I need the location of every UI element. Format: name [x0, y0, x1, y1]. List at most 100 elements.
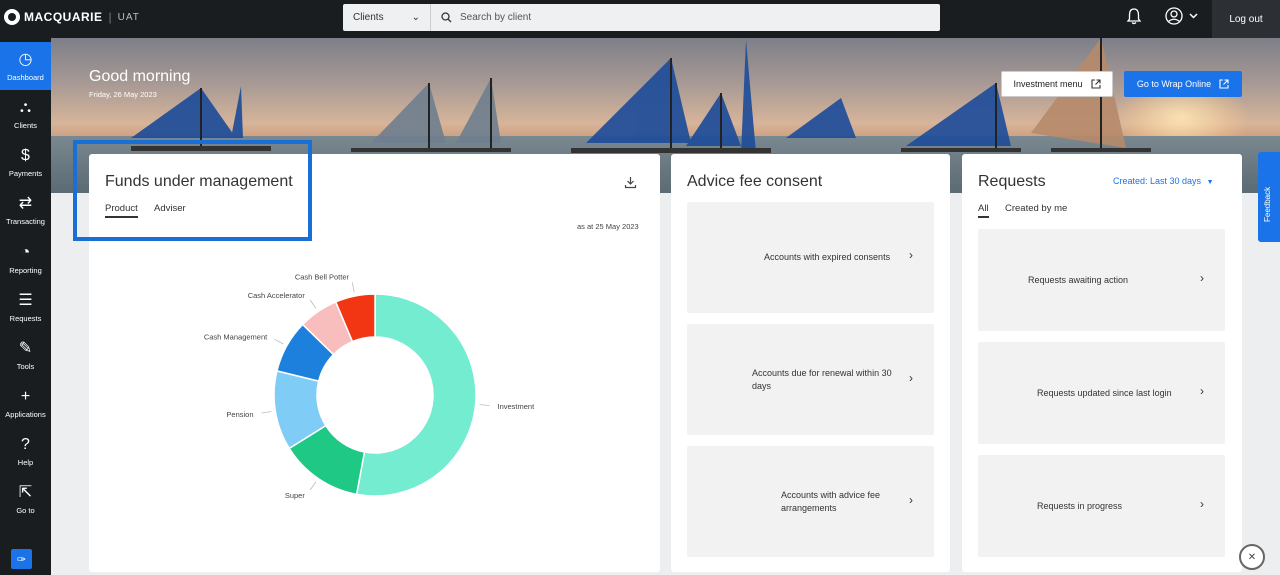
feedback-tab[interactable]: Feedback: [1258, 152, 1280, 242]
card-title: Advice fee consent: [687, 173, 823, 190]
donut-label-leader: [261, 411, 272, 414]
created-filter-dropdown[interactable]: Created: Last 30 days ▼: [1113, 176, 1214, 186]
tile-label: Accounts with advice fee arrangements: [781, 490, 881, 513]
pin-sidebar-icon[interactable]: ✑: [11, 549, 32, 569]
pie-chart-icon: ◔: [20, 243, 31, 261]
tile-label: Requests in progress: [1037, 501, 1123, 511]
donut-label: Investment: [497, 402, 535, 411]
client-search: Clients ⌄ Search by client: [343, 4, 940, 31]
tile-requests-in-progress[interactable]: Requests in progress ›: [978, 455, 1225, 557]
help-icon: ?: [21, 435, 30, 453]
gauge-icon: ◷: [18, 50, 33, 68]
brand-name: MACQUARIE: [24, 10, 103, 24]
transfer-icon: ⇄: [18, 194, 33, 212]
chevron-right-icon: ›: [1200, 271, 1204, 285]
donut-label-leader: [351, 282, 355, 293]
greeting-title: Good morning: [89, 68, 191, 85]
tile-advice-fee-arrangements[interactable]: Accounts with advice fee arrangements ›: [687, 446, 934, 557]
sidebar-item-label: Clients: [14, 120, 37, 130]
tile-requests-updated[interactable]: Requests updated since last login ›: [978, 342, 1225, 444]
caret-down-icon: ▼: [1206, 179, 1214, 186]
wrap-online-label: Go to Wrap Online: [1136, 79, 1212, 89]
greeting-date: Friday, 26 May 2023: [89, 90, 157, 99]
sidebar-item-label: Applications: [5, 409, 46, 419]
go-to-wrap-online-button[interactable]: Go to Wrap Online: [1124, 71, 1242, 97]
top-bar: MACQUARIE | UAT Clients ⌄ Search by clie…: [0, 0, 1280, 38]
sidebar-item-transacting[interactable]: ⇄ Transacting: [0, 186, 51, 234]
logout-button[interactable]: Log out: [1212, 0, 1280, 38]
wrench-icon: ✎: [18, 339, 33, 357]
search-input[interactable]: Search by client: [431, 12, 940, 23]
investment-menu-label: Investment menu: [1013, 79, 1083, 89]
donut-label-leader: [309, 299, 317, 309]
chevron-right-icon: ›: [1200, 384, 1204, 398]
tile-label: Accounts due for renewal within 30 days: [752, 368, 892, 391]
sidebar-item-label: Transacting: [6, 216, 45, 226]
tab-all[interactable]: All: [978, 203, 989, 218]
brand-separator: |: [108, 10, 112, 24]
macquarie-logo[interactable]: MACQUARIE | UAT: [4, 9, 140, 25]
sidebar-item-requests[interactable]: ☰ Requests: [0, 283, 51, 331]
tile-requests-awaiting-action[interactable]: Requests awaiting action ›: [978, 229, 1225, 331]
sidebar-item-label: Help: [17, 457, 34, 467]
user-account-menu[interactable]: [1165, 7, 1199, 32]
checklist-icon: ☰: [18, 291, 33, 309]
external-link-icon: [1090, 79, 1101, 89]
environment-label: UAT: [117, 11, 140, 23]
tile-label: Accounts with expired consents: [764, 252, 891, 262]
sidebar-item-dashboard[interactable]: ◷ Dashboard: [0, 42, 51, 90]
chevron-right-icon: ›: [909, 371, 913, 385]
tile-label: Requests updated since last login: [1037, 388, 1172, 398]
sidebar-item-payments[interactable]: $ Payments: [0, 138, 51, 186]
chevron-down-icon: ⌄: [411, 12, 420, 23]
donut-label: Pension: [226, 410, 253, 419]
tab-created-by-me[interactable]: Created by me: [1005, 203, 1067, 214]
card-title: Requests: [978, 173, 1046, 190]
filter-label: Created: Last 30 days: [1113, 176, 1202, 186]
external-link-icon: [1219, 79, 1229, 89]
donut-label-leader: [274, 338, 284, 345]
user-avatar-icon: [1165, 7, 1198, 25]
sidebar-item-applications[interactable]: + Applications: [0, 379, 51, 427]
sidebar-item-help[interactable]: ? Help: [0, 427, 51, 475]
donut-label: Super: [285, 491, 306, 500]
investment-menu-button[interactable]: Investment menu: [1001, 71, 1113, 97]
feedback-label: Feedback: [1263, 186, 1272, 222]
donut-label-leader: [479, 404, 490, 406]
sidebar-item-go-to[interactable]: ⇱ Go to: [0, 475, 51, 523]
sidebar-item-label: Dashboard: [7, 72, 44, 82]
notifications-bell-icon[interactable]: [1126, 7, 1142, 30]
sidebar-item-label: Go to: [16, 505, 35, 515]
sidebar-item-label: Tools: [16, 361, 35, 371]
donut-label: Cash Bell Potter: [295, 272, 350, 281]
org-chart-icon: ⛬: [19, 98, 32, 116]
sidebar-item-label: Reporting: [9, 265, 42, 275]
sidebar-item-reporting[interactable]: ◔ Reporting: [0, 235, 51, 283]
dollar-icon: $: [21, 146, 30, 164]
sidebar-item-clients[interactable]: ⛬ Clients: [0, 90, 51, 138]
sidebar-item-label: Payments: [8, 168, 43, 178]
sidebar-item-label: Requests: [9, 313, 42, 323]
donut-label: Cash Accelerator: [248, 291, 306, 300]
donut-label: Cash Management: [204, 332, 268, 341]
search-icon: [441, 12, 452, 23]
external-link-icon: ⇱: [18, 483, 33, 501]
chat-close-icon[interactable]: ✕: [1239, 544, 1265, 570]
chevron-right-icon: ›: [909, 493, 913, 507]
highlight-frame: [73, 140, 312, 241]
donut-label-leader: [309, 481, 317, 491]
logo-mark-icon: [4, 9, 20, 25]
advice-fee-consent-card: Advice fee consent Accounts with expired…: [671, 154, 950, 572]
sidebar-item-tools[interactable]: ✎ Tools: [0, 331, 51, 379]
requests-card: Requests Created: Last 30 days ▼ All Cre…: [962, 154, 1242, 572]
search-type-value: Clients: [353, 12, 384, 23]
chevron-right-icon: ›: [909, 248, 913, 262]
sidebar-nav: ◷ Dashboard ⛬ Clients $ Payments ⇄ Trans…: [0, 38, 51, 575]
search-placeholder: Search by client: [460, 12, 532, 23]
chevron-right-icon: ›: [1200, 497, 1204, 511]
tile-label: Requests awaiting action: [1028, 275, 1129, 285]
tile-expired-consents[interactable]: Accounts with expired consents ›: [687, 202, 934, 313]
plus-icon: +: [20, 387, 31, 405]
tile-due-for-renewal[interactable]: Accounts due for renewal within 30 days …: [687, 324, 934, 435]
search-type-select[interactable]: Clients ⌄: [343, 4, 431, 31]
